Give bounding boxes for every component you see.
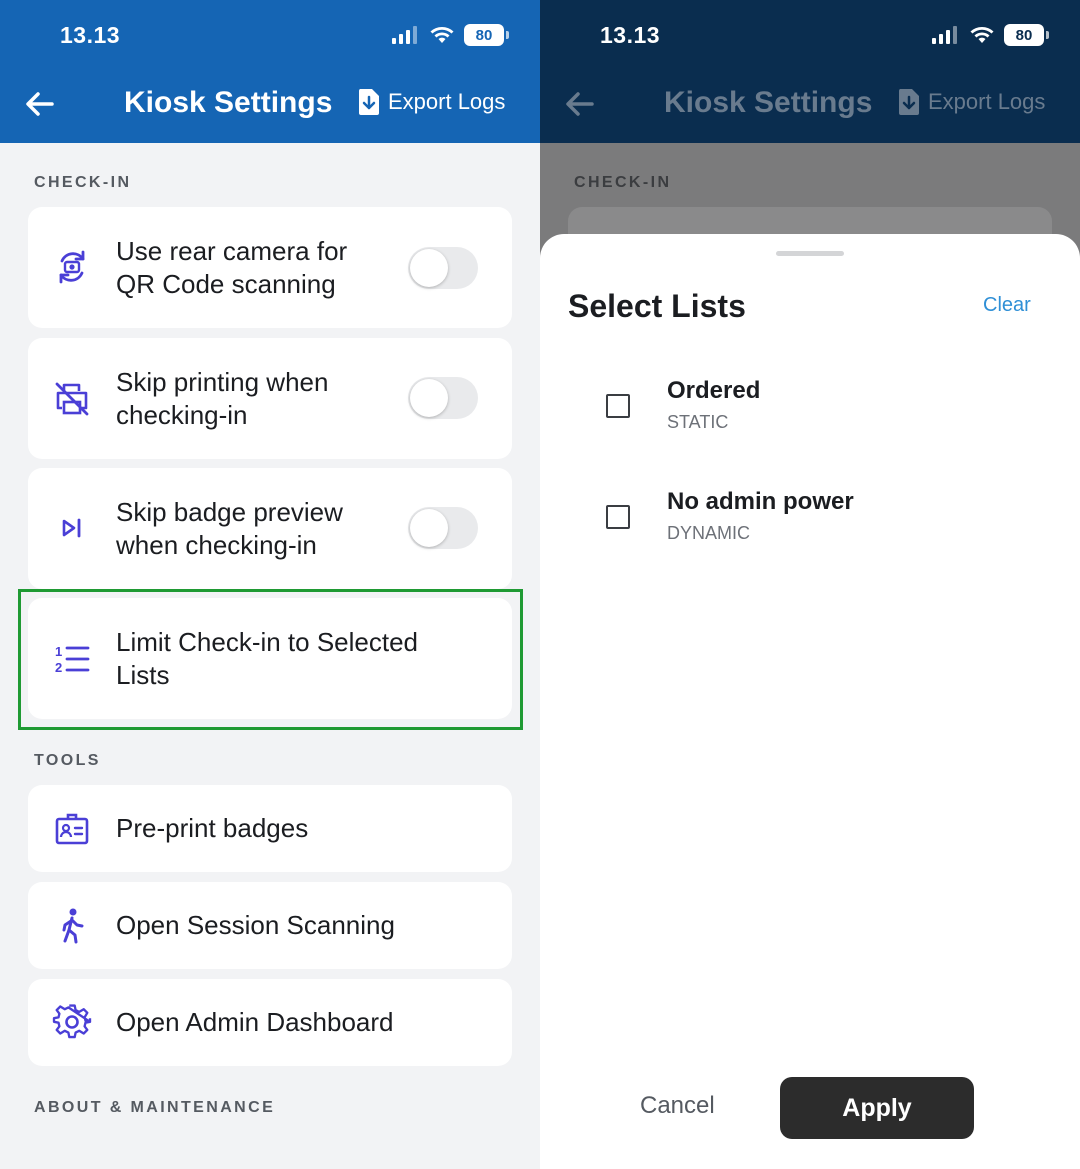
open-session-scanning-item[interactable]: Open Session Scanning: [28, 882, 512, 969]
open-admin-dashboard-label: Open Admin Dashboard: [116, 1007, 394, 1037]
highlight-frame: [18, 589, 523, 730]
apply-button[interactable]: Apply: [780, 1077, 974, 1139]
file-download-icon: [358, 89, 379, 115]
toggle-knob: [410, 249, 448, 287]
list-name: No admin power: [667, 488, 854, 515]
back-arrow-icon: [566, 92, 594, 116]
battery-indicator: 80: [1004, 24, 1049, 46]
skip-badge-preview-toggle[interactable]: [408, 507, 478, 549]
select-lists-screen: 13.13 80 Kiosk Settings Export Logs CHEC…: [540, 0, 1080, 1169]
skip-printing-setting: Skip printing when checking-in: [28, 338, 512, 459]
camera-switch-icon: [59, 250, 85, 284]
toggle-knob: [410, 379, 448, 417]
open-session-scanning-label: Open Session Scanning: [116, 910, 395, 940]
section-label-check-in: CHECK-IN: [34, 174, 132, 191]
sheet-title: Select Lists: [568, 288, 746, 324]
badge-icon: [55, 813, 89, 845]
select-lists-sheet: Select Lists Clear Ordered STATIC No adm…: [540, 234, 1080, 1169]
status-icons: 80: [932, 24, 1049, 46]
checkbox[interactable]: [606, 505, 630, 529]
wifi-icon: [970, 27, 994, 43]
section-label-tools: TOOLS: [34, 752, 101, 769]
wifi-icon: [430, 27, 454, 43]
cancel-button[interactable]: Cancel: [640, 1092, 715, 1120]
export-logs-label: Export Logs: [388, 89, 506, 114]
rear-camera-label: Use rear camera for QR Code scanning: [116, 235, 347, 301]
app-bar: 13.13 80 Kiosk Settings Export Logs: [0, 0, 540, 143]
rear-camera-label-line1: Use rear camera for: [116, 236, 348, 266]
export-logs-button: Export Logs: [898, 88, 1045, 116]
rear-camera-label-line2: QR Code scanning: [116, 269, 336, 299]
status-bar: 13.13 80: [540, 0, 1080, 70]
status-icons: 80: [392, 24, 509, 46]
skip-printing-label-line2: checking-in: [116, 400, 248, 430]
back-arrow-icon[interactable]: [22, 86, 58, 122]
skip-badge-preview-label-line2: when checking-in: [116, 530, 317, 560]
sheet-grabber[interactable]: [776, 251, 844, 256]
skip-badge-preview-label-line1: Skip badge preview: [116, 497, 343, 527]
export-logs-button[interactable]: Export Logs: [358, 88, 505, 116]
rear-camera-toggle[interactable]: [408, 247, 478, 289]
skip-printing-label: Skip printing when checking-in: [116, 366, 328, 432]
list-type: DYNAMIC: [667, 523, 751, 543]
gear-icon: [52, 1004, 92, 1039]
walking-person-icon: [62, 908, 84, 944]
kiosk-settings-screen: 13.13 80 Kiosk Settings Export Logs CHEC…: [0, 0, 540, 1169]
list-type: STATIC: [667, 412, 729, 432]
list-item-no-admin-power[interactable]: No admin power DYNAMIC: [540, 485, 1080, 565]
file-download-icon: [898, 89, 919, 115]
export-logs-label: Export Logs: [928, 89, 1046, 114]
skip-next-icon: [62, 518, 81, 538]
pre-print-badges-item[interactable]: Pre-print badges: [28, 785, 512, 872]
printer-off-icon: [55, 382, 89, 416]
skip-printing-toggle[interactable]: [408, 377, 478, 419]
page-title: Kiosk Settings: [124, 86, 333, 119]
clear-button[interactable]: Clear: [983, 294, 1031, 317]
status-time: 13.13: [60, 22, 121, 48]
section-label-about: ABOUT & MAINTENANCE: [34, 1099, 276, 1116]
cellular-signal-icon: [392, 26, 417, 44]
toggle-knob: [410, 509, 448, 547]
app-bar-dimmed: 13.13 80 Kiosk Settings Export Logs: [540, 0, 1080, 143]
list-name: Ordered: [667, 377, 761, 404]
section-label-check-in: CHECK-IN: [574, 174, 672, 191]
status-time: 13.13: [600, 22, 661, 48]
cellular-signal-icon: [932, 26, 957, 44]
list-item-ordered[interactable]: Ordered STATIC: [540, 374, 1080, 454]
pre-print-badges-label: Pre-print badges: [116, 813, 309, 843]
skip-printing-label-line1: Skip printing when: [116, 367, 329, 397]
status-bar: 13.13 80: [0, 0, 540, 70]
battery-indicator: 80: [464, 24, 509, 46]
skip-badge-preview-label: Skip badge preview when checking-in: [116, 496, 343, 562]
rear-camera-setting: Use rear camera for QR Code scanning: [28, 207, 512, 328]
checkbox[interactable]: [606, 394, 630, 418]
open-admin-dashboard-item[interactable]: Open Admin Dashboard: [28, 979, 512, 1066]
page-title: Kiosk Settings: [664, 86, 873, 119]
skip-badge-preview-setting: Skip badge preview when checking-in: [28, 468, 512, 589]
